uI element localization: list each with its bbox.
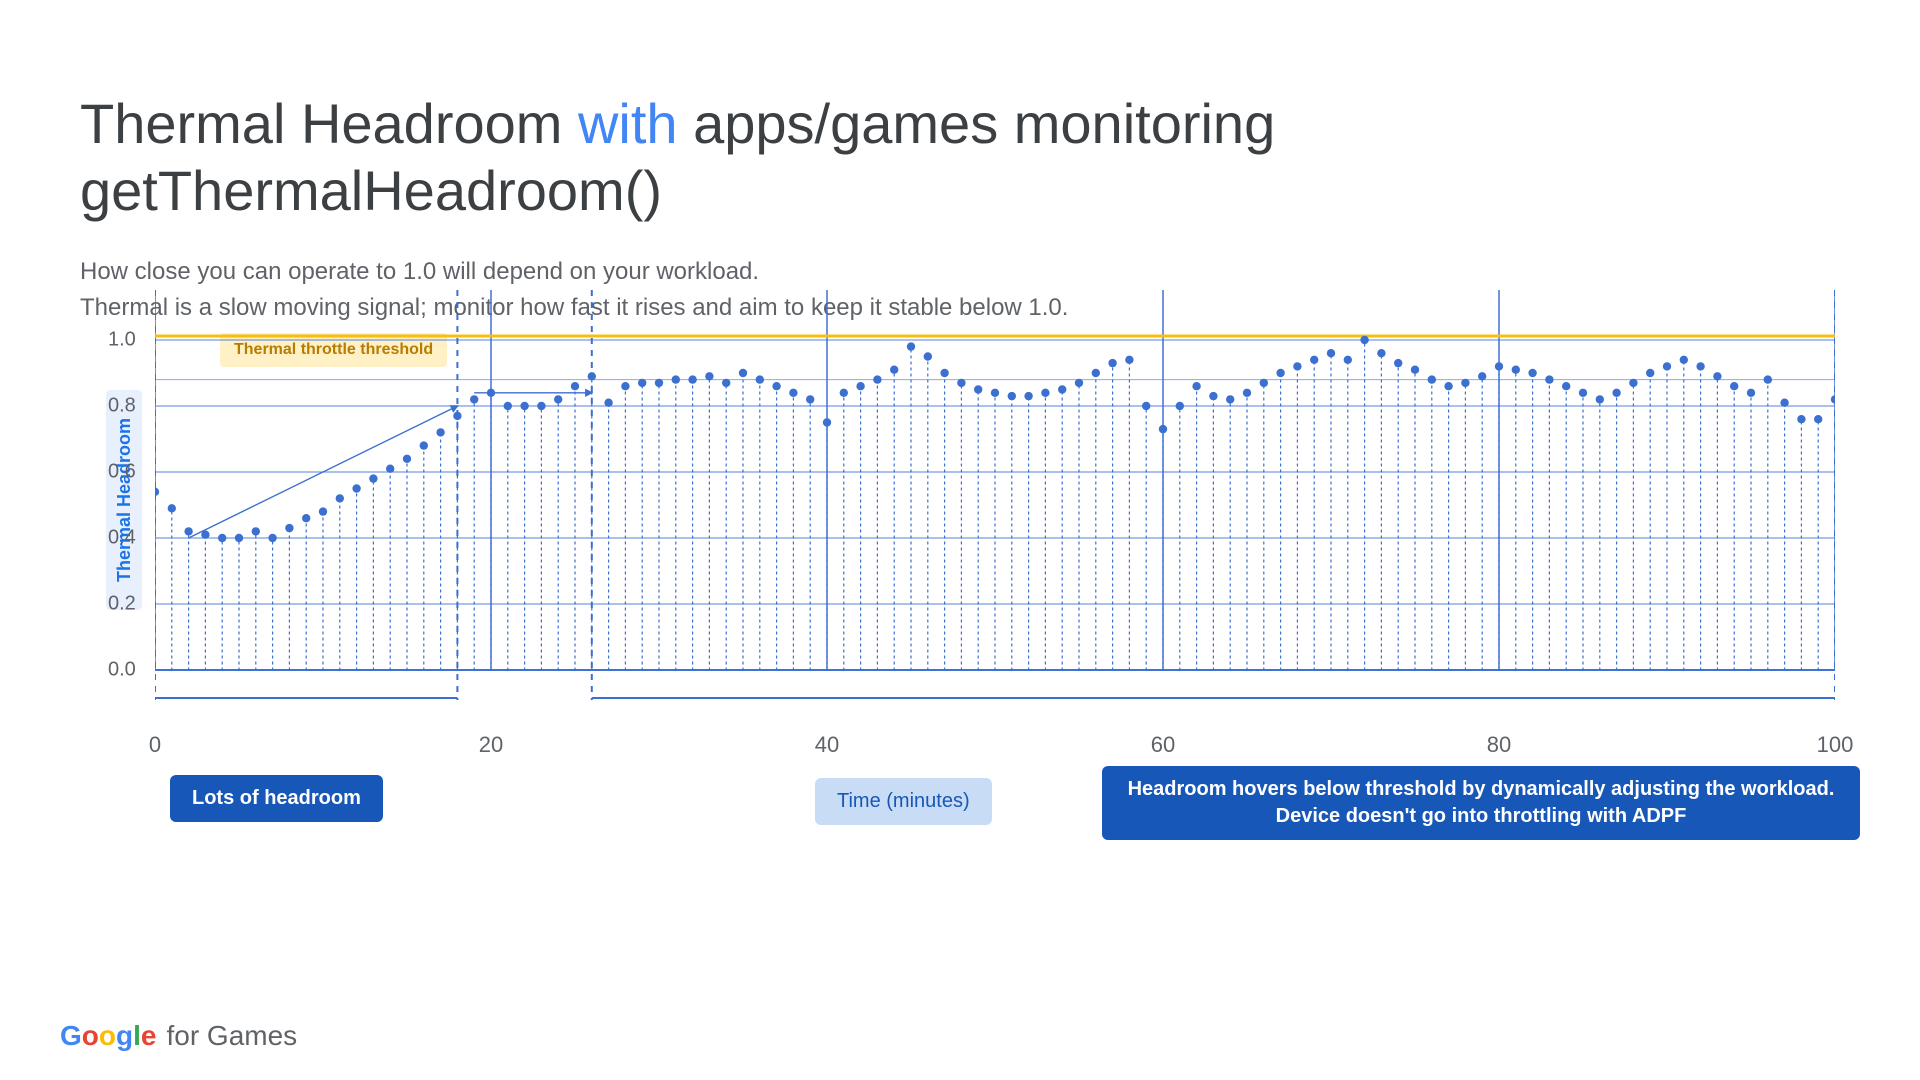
chart — [155, 290, 1835, 730]
x-axis-label: Time (minutes) — [815, 778, 992, 825]
y-tick: 0.2 — [108, 593, 136, 616]
footer-suffix: for Games — [166, 1020, 297, 1052]
chart-svg — [155, 290, 1835, 730]
subtitle-line1: How close you can operate to 1.0 will de… — [80, 258, 759, 285]
y-tick: 0.4 — [108, 527, 136, 550]
y-tick: 0.6 — [108, 461, 136, 484]
y-tick: 0.8 — [108, 395, 136, 418]
google-logo: Google — [60, 1020, 156, 1052]
x-tick: 20 — [479, 732, 503, 758]
badge-lots-of-headroom: Lots of headroom — [170, 775, 383, 822]
title-accent: with — [578, 92, 678, 155]
y-tick: 0.0 — [108, 659, 136, 682]
y-axis-label: Thermal Headroom — [106, 390, 142, 610]
title-pre: Thermal Headroom — [80, 92, 578, 155]
badge-headroom-hovers: Headroom hovers below threshold by dynam… — [1102, 766, 1860, 840]
y-tick: 1.0 — [108, 329, 136, 352]
footer-logo: Google for Games — [60, 1020, 297, 1052]
x-tick: 80 — [1487, 732, 1511, 758]
x-tick: 40 — [815, 732, 839, 758]
x-tick: 0 — [149, 732, 161, 758]
x-tick: 100 — [1817, 732, 1854, 758]
slide: Thermal Headroom with apps/games monitor… — [0, 0, 1920, 1080]
page-title: Thermal Headroom with apps/games monitor… — [80, 90, 1840, 224]
x-tick: 60 — [1151, 732, 1175, 758]
